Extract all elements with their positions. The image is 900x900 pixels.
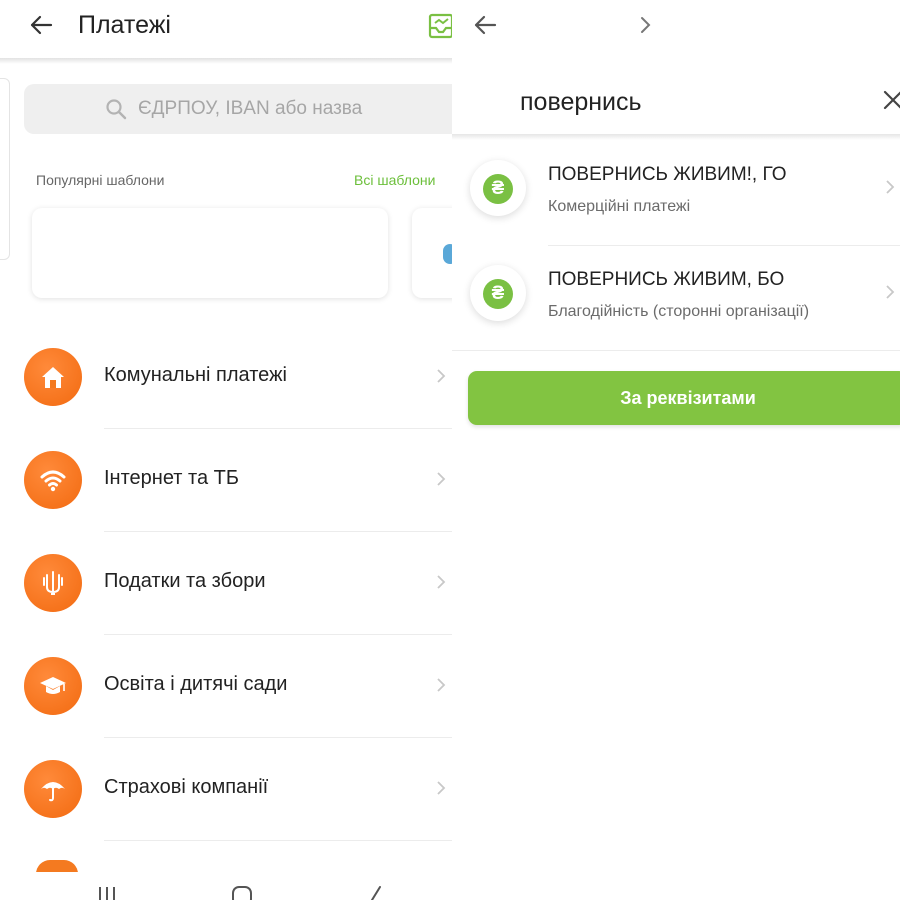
chevron-right-icon: [437, 575, 446, 589]
chevron-right-icon: [437, 472, 446, 486]
category-internet[interactable]: Інтернет та ТБ: [0, 429, 452, 532]
back-arrow-icon[interactable]: [470, 10, 500, 40]
pay-by-requisites-button[interactable]: За реквізитами: [468, 371, 900, 425]
header-shadow: [0, 58, 452, 64]
divider: [452, 350, 900, 351]
search-result-item[interactable]: ₴ ПОВЕРНИСЬ ЖИВИМ, БО Благодійність (сто…: [452, 243, 900, 351]
house-icon: [24, 348, 82, 406]
trident-icon: [24, 554, 82, 612]
search-bar[interactable]: [24, 84, 452, 134]
all-templates-link[interactable]: Всі шаблони: [354, 172, 435, 188]
category-education[interactable]: Освіта і дитячі сади: [0, 635, 452, 738]
category-label: Страхові компанії: [104, 776, 269, 798]
result-title: ПОВЕРНИСЬ ЖИВИМ!, ГО: [548, 164, 787, 185]
result-badge: ₴: [470, 265, 526, 321]
close-icon[interactable]: [882, 89, 900, 111]
result-title: ПОВЕРНИСЬ ЖИВИМ, БО: [548, 269, 785, 290]
search-icon: [106, 99, 127, 120]
result-subtitle: Благодійність (сторонні організації): [548, 303, 810, 320]
recent-apps-icon[interactable]: [96, 885, 118, 900]
search-query-field[interactable]: повернись: [520, 88, 642, 117]
category-insurance[interactable]: Страхові компанії: [0, 738, 452, 841]
header: Платежі: [0, 0, 452, 58]
chevron-right-icon: [886, 180, 895, 194]
panel-edge: [0, 78, 10, 260]
chevron-right-icon[interactable]: [638, 14, 654, 36]
umbrella-icon: [24, 760, 82, 818]
page-title: Платежі: [78, 11, 171, 39]
search-input[interactable]: [138, 92, 452, 126]
chevron-right-icon: [437, 781, 446, 795]
chevron-right-icon: [886, 285, 895, 299]
category-label: Комунальні платежі: [104, 364, 287, 386]
home-icon[interactable]: [230, 885, 254, 900]
template-avatar-icon: [443, 244, 452, 264]
category-taxes[interactable]: Податки та збори: [0, 532, 452, 635]
result-subtitle: Комерційні платежі: [548, 198, 691, 215]
payments-screen: Платежі Популярні шаблони Всі шаблони Ко…: [0, 0, 452, 900]
divider: [104, 840, 452, 841]
category-label: Податки та збори: [104, 570, 266, 592]
inbox-icon[interactable]: [428, 12, 452, 40]
back-arrow-icon[interactable]: [26, 10, 56, 40]
hryvnia-icon: ₴: [483, 279, 513, 309]
system-back-icon[interactable]: [366, 885, 384, 900]
wifi-icon: [24, 451, 82, 509]
template-card[interactable]: [32, 208, 388, 298]
result-badge: ₴: [470, 160, 526, 216]
chevron-right-icon: [437, 678, 446, 692]
system-navbar: [0, 872, 900, 900]
hryvnia-icon: ₴: [483, 174, 513, 204]
search-results-screen: повернись ₴ ПОВЕРНИСЬ ЖИВИМ!, ГО Комерці…: [452, 0, 900, 900]
template-card[interactable]: [412, 208, 452, 298]
popular-templates-label: Популярні шаблони: [36, 172, 165, 188]
category-label: Інтернет та ТБ: [104, 467, 239, 489]
graduation-cap-icon: [24, 657, 82, 715]
chevron-right-icon: [437, 369, 446, 383]
search-result-item[interactable]: ₴ ПОВЕРНИСЬ ЖИВИМ!, ГО Комерційні платеж…: [452, 138, 900, 246]
category-label: Освіта і дитячі сади: [104, 673, 288, 695]
category-utilities[interactable]: Комунальні платежі: [0, 326, 452, 429]
